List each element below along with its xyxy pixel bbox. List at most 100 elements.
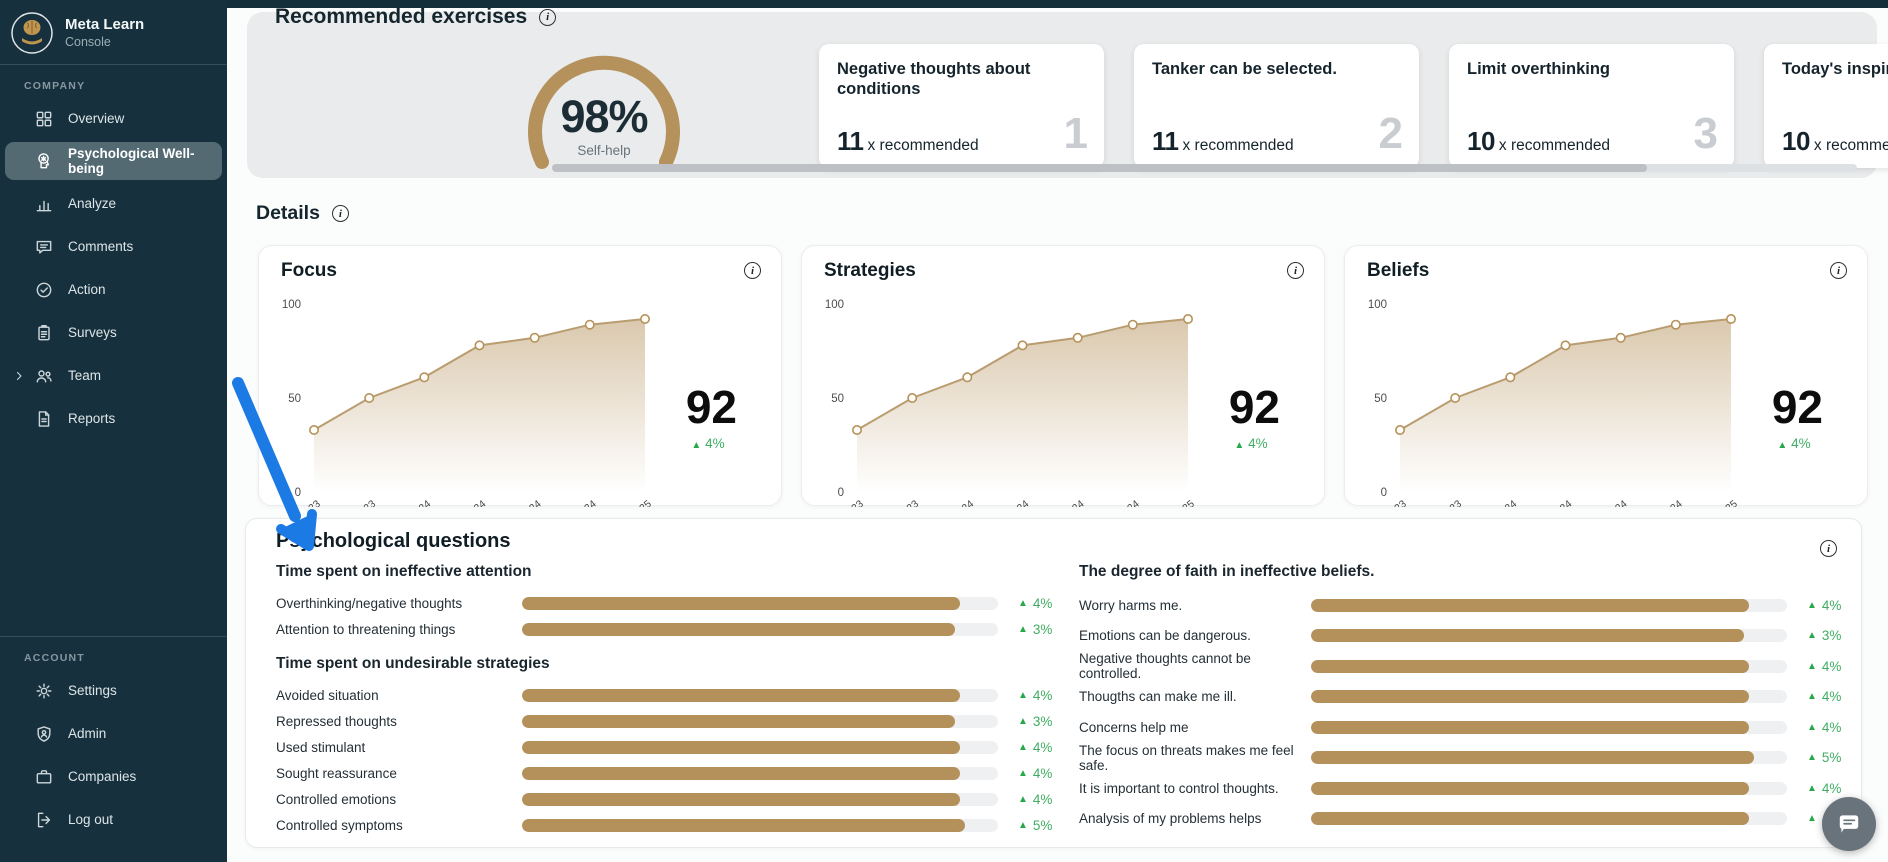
question-row-analysis-of-my-problems-helps: Analysis of my problems helps ▲ 4% (1079, 804, 1849, 835)
brand: Meta Learn Console (0, 0, 227, 58)
info-icon[interactable] (332, 205, 349, 222)
horizontal-scrollbar-track[interactable] (552, 164, 1857, 172)
question-label: Repressed thoughts (276, 714, 522, 729)
exercise-card-rank: 1 (1064, 112, 1088, 156)
score-delta: ▲ 4% (673, 436, 743, 451)
progress-bar-fill (1311, 812, 1749, 825)
up-triangle-icon: ▲ (1018, 820, 1028, 831)
sidebar-item-label: Overview (68, 111, 124, 126)
sidebar-item-label: Action (68, 282, 106, 297)
svg-text:0: 0 (1381, 487, 1387, 499)
delta-badge: ▲ 4% (1018, 596, 1052, 611)
gauge-label: Self-help (534, 143, 674, 158)
svg-text:Aug 2024: Aug 2024 (501, 498, 544, 507)
shield-icon (34, 724, 54, 744)
sidebar-item-label: Settings (68, 683, 117, 698)
exercise-card-rank: 3 (1694, 112, 1718, 156)
progress-bar (1311, 599, 1787, 612)
progress-bar (522, 715, 998, 728)
svg-text:Feb 2024: Feb 2024 (1477, 498, 1519, 507)
question-row-used-stimulant: Used stimulant ▲ 4% (276, 734, 1066, 760)
exercise-card-4[interactable]: Today's inspiration 10 x recommended 4 (1764, 44, 1888, 168)
progress-bar (522, 793, 998, 806)
exercise-card-3[interactable]: Limit overthinking 10 x recommended 3 (1449, 44, 1734, 168)
delta-badge: ▲ 4% (1807, 689, 1841, 704)
exercise-card-2[interactable]: Tanker can be selected. 11 x recommended… (1134, 44, 1419, 168)
up-triangle-icon: ▲ (1018, 690, 1028, 701)
sidebar-item-comments[interactable]: Comments (0, 225, 227, 268)
sidebar-item-psychological-well-being[interactable]: Psychological Well-being (5, 142, 222, 180)
sidebar-item-label: Log out (68, 812, 113, 827)
question-group-heading: Time spent on undesirable strategies (276, 651, 1066, 677)
question-label: Emotions can be dangerous. (1079, 628, 1311, 643)
up-triangle-icon: ▲ (1807, 752, 1817, 763)
up-triangle-icon: ▲ (1807, 722, 1817, 733)
sidebar-item-action[interactable]: Action (0, 268, 227, 311)
question-row-negative-thoughts-cannot-be-controlled: Negative thoughts cannot be controlled. … (1079, 651, 1849, 682)
question-row-it-is-important-to-control-thoughts: It is important to control thoughts. ▲ 4… (1079, 773, 1849, 804)
progress-bar-fill (1311, 721, 1749, 734)
sidebar-item-label: Comments (68, 239, 133, 254)
question-label: Attention to threatening things (276, 622, 522, 637)
svg-text:Nov 2023: Nov 2023 (335, 498, 378, 507)
up-triangle-icon: ▲ (1807, 661, 1817, 672)
horizontal-scrollbar-thumb[interactable] (552, 164, 1647, 172)
progress-bar-fill (522, 741, 960, 754)
progress-bar (1311, 812, 1787, 825)
gauge-value: 98% (534, 94, 674, 139)
sidebar-item-label: Admin (68, 726, 106, 741)
progress-bar (522, 741, 998, 754)
sidebar: Meta Learn Console COMPANY Overview Psyc… (0, 0, 227, 862)
sidebar-item-analyze[interactable]: Analyze (0, 182, 227, 225)
sidebar-item-settings[interactable]: Settings (0, 669, 227, 712)
sidebar-company-nav: Overview Psychological Well-being Analyz… (0, 97, 227, 440)
sidebar-item-log-out[interactable]: Log out (0, 798, 227, 841)
question-row-controlled-emotions: Controlled emotions ▲ 4% (276, 786, 1066, 812)
delta-badge: ▲ 3% (1807, 628, 1841, 643)
question-row-sought-reassurance: Sought reassurance ▲ 4% (276, 760, 1066, 786)
svg-text:Nov 2024: Nov 2024 (556, 498, 599, 507)
questions-right-column: The degree of faith in ineffective belie… (1079, 559, 1849, 834)
exercise-card-1[interactable]: Negative thoughts about conditions 11 x … (819, 44, 1104, 168)
progress-bar (522, 689, 998, 702)
up-triangle-icon: ▲ (1018, 794, 1028, 805)
up-triangle-icon: ▲ (1807, 630, 1817, 641)
sidebar-item-overview[interactable]: Overview (0, 97, 227, 140)
brand-name: Meta Learn (65, 16, 144, 35)
svg-text:Nov 2024: Nov 2024 (1642, 498, 1685, 507)
brand-subtitle: Console (65, 35, 144, 51)
sidebar-item-companies[interactable]: Companies (0, 755, 227, 798)
company-section-label: COMPANY (0, 65, 227, 97)
trend-chart: 050100 Aug 2023Nov 2023Feb 2024May 2024A… (802, 246, 1326, 507)
exercise-card-title: Today's inspiration (1782, 59, 1888, 79)
sidebar-item-admin[interactable]: Admin (0, 712, 227, 755)
svg-text:Aug 2024: Aug 2024 (1044, 498, 1087, 507)
svg-text:Aug 2024: Aug 2024 (1587, 498, 1630, 507)
question-label: The focus on threats makes me feel safe. (1079, 743, 1311, 773)
svg-text:Feb 2024: Feb 2024 (934, 498, 976, 507)
up-triangle-icon: ▲ (1018, 742, 1028, 753)
info-icon[interactable] (1820, 540, 1837, 557)
sidebar-item-surveys[interactable]: Surveys (0, 311, 227, 354)
delta-badge: ▲ 4% (1018, 766, 1052, 781)
brand-logo-icon (10, 11, 54, 55)
info-icon[interactable] (539, 9, 556, 26)
svg-text:May 2024: May 2024 (445, 498, 489, 507)
score-delta: ▲ 4% (1216, 436, 1286, 451)
sidebar-item-reports[interactable]: Reports (0, 397, 227, 440)
progress-bar (1311, 660, 1787, 673)
progress-bar (522, 597, 998, 610)
svg-text:50: 50 (1374, 393, 1387, 405)
briefcase-icon (34, 767, 54, 787)
chat-fab-button[interactable] (1822, 797, 1876, 851)
detail-card-strategies: Strategies 050100 Aug 2023Nov 2023Feb 20… (801, 245, 1325, 506)
progress-bar-fill (522, 793, 960, 806)
progress-bar (1311, 751, 1787, 764)
sidebar-item-label: Team (68, 368, 101, 383)
svg-text:Nov 2023: Nov 2023 (878, 498, 921, 507)
question-row-emotions-can-be-dangerous: Emotions can be dangerous. ▲ 3% (1079, 621, 1849, 652)
svg-text:Feb 2025: Feb 2025 (1154, 498, 1196, 507)
up-triangle-icon: ▲ (1807, 691, 1817, 702)
sidebar-item-team[interactable]: Team (0, 354, 227, 397)
details-title: Details (256, 202, 320, 225)
